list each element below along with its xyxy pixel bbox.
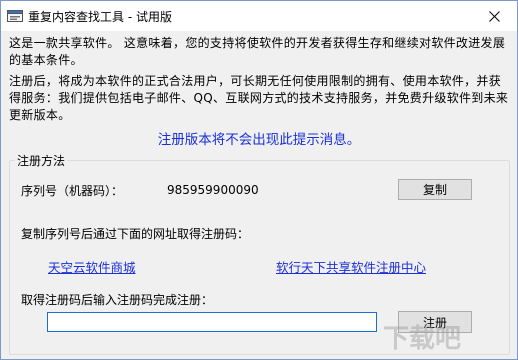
app-icon [7, 10, 23, 22]
serial-label: 序列号（机器码）： [21, 184, 124, 198]
store-link[interactable]: 天空云软件商城 [48, 257, 136, 276]
close-button[interactable] [471, 1, 517, 31]
input-instruction: 取得注册码后输入注册码完成注册： [21, 293, 214, 307]
links-instruction: 复制序列号后通过下面的网址取得注册码： [21, 227, 250, 241]
watermark-logo: 下载吧 [383, 324, 461, 354]
svg-text:下载吧: 下载吧 [383, 324, 461, 354]
intro-paragraph: 这是一款共享软件。 这意味着，您的支持将使软件的开发者获得生存和继续对软件改进发… [9, 36, 506, 67]
registration-code-input[interactable] [47, 312, 377, 332]
group-title: 注册方法 [15, 152, 68, 169]
window-title: 重复内容查找工具 - 试用版 [28, 10, 172, 24]
registration-window: 重复内容查找工具 - 试用版 这是一款共享软件。 这意味着，您的支持将使软件的开… [0, 0, 518, 360]
benefits-paragraph: 注册后，将成为本软件的正式合法用户，可长期无任何使用限制的拥有、使用本软件，并获… [9, 74, 509, 122]
serial-field[interactable]: 985959900090 [164, 179, 388, 201]
registration-notice: 注册版本将不会出现此提示消息。 [157, 132, 361, 148]
register-center-link[interactable]: 软行天下共享软件注册中心 [276, 257, 426, 276]
close-icon [488, 10, 500, 22]
title-bar[interactable]: 重复内容查找工具 - 试用版 [1, 1, 517, 31]
copy-button[interactable]: 复制 [398, 179, 472, 200]
